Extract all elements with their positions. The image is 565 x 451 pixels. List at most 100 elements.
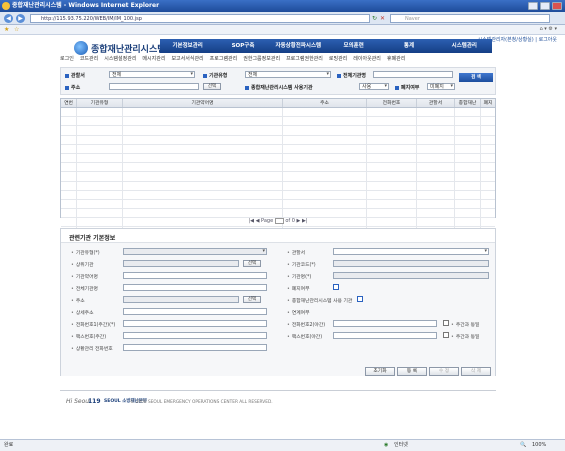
address-field[interactable] — [123, 296, 239, 303]
detail-address-field[interactable] — [123, 308, 267, 315]
subnav-item[interactable]: 로그인 — [60, 54, 74, 64]
nav-system[interactable]: 시스템관리 — [437, 39, 492, 53]
update-button[interactable]: 수 정 — [429, 367, 459, 376]
refresh-icon[interactable]: ↻ — [372, 15, 377, 22]
fax-night-field[interactable] — [333, 332, 437, 339]
minimize-button[interactable] — [528, 2, 538, 10]
col-header[interactable]: 기관약어명 — [123, 99, 283, 107]
org-code-field[interactable] — [333, 260, 489, 267]
parent-org-field[interactable] — [123, 260, 239, 267]
col-header[interactable]: 전화번호 — [367, 99, 417, 107]
close-button[interactable] — [552, 2, 562, 10]
favorites-star-icon[interactable]: ★ — [4, 26, 9, 33]
col-header[interactable]: 주소 — [283, 99, 367, 107]
table-row[interactable] — [61, 153, 495, 164]
col-header[interactable]: 폐지 — [481, 99, 495, 107]
subnav-item[interactable]: 시스템설정관리 — [104, 54, 136, 64]
phone-night-field[interactable] — [333, 320, 437, 327]
add-favorites-icon[interactable]: ☆ — [14, 26, 19, 33]
area-field[interactable] — [333, 248, 489, 255]
table-cell — [417, 181, 455, 190]
table-row[interactable] — [61, 172, 495, 182]
table-cell — [283, 126, 367, 135]
col-header[interactable]: 기관유형 — [77, 99, 123, 107]
table-cell — [123, 172, 283, 181]
parent-org-select-button[interactable]: 선택 — [243, 260, 261, 267]
area-select[interactable]: 전체 — [109, 71, 195, 78]
org-name-field[interactable] — [333, 272, 489, 279]
results-table: 연번 기관유형 기관약어명 주소 전화번호 관할서 종합재난 폐지 — [60, 98, 496, 274]
table-row[interactable] — [61, 199, 495, 210]
field-label: 팩스번호(주간) — [71, 333, 106, 340]
org-name-input[interactable] — [373, 71, 453, 78]
page-number-input[interactable] — [274, 217, 284, 224]
subnav-item[interactable]: 프로그램권한관리 — [286, 54, 323, 64]
situation-phone-field[interactable] — [123, 344, 267, 351]
nav-basic-info[interactable]: 기본정보관리 — [160, 39, 215, 53]
table-row[interactable] — [61, 135, 495, 145]
closed-select[interactable]: 미폐지 — [427, 83, 455, 90]
table-cell — [123, 117, 283, 126]
table-row[interactable] — [61, 163, 495, 173]
table-cell — [417, 117, 455, 126]
subnav-item[interactable]: 휴폐관리 — [387, 54, 405, 64]
zoom-icon[interactable]: 🔍 — [520, 440, 526, 451]
nav-sop[interactable]: SOP구축 — [215, 39, 270, 53]
search-input[interactable]: Naver — [390, 14, 550, 23]
table-row[interactable] — [61, 144, 495, 154]
col-header[interactable]: 종합재난 — [455, 99, 481, 107]
usage-label: 종합재난관리시스템 사용기관 — [245, 84, 313, 91]
register-button[interactable]: 등 록 — [397, 367, 427, 376]
same-as-day-checkbox-2[interactable] — [443, 332, 449, 338]
subnav-item[interactable]: 로밍관리 — [329, 54, 347, 64]
usage-select[interactable]: 사용 — [359, 83, 389, 90]
field-label: 기관명(*) — [287, 273, 311, 280]
fax-day-field[interactable] — [123, 332, 267, 339]
col-header[interactable]: 관할서 — [417, 99, 455, 107]
table-row[interactable] — [61, 108, 495, 118]
subnav-item[interactable]: 코드관리 — [80, 54, 98, 64]
phone-day-field[interactable] — [123, 320, 267, 327]
forward-icon[interactable]: ▶ — [16, 14, 25, 23]
subnav-item[interactable]: 메시지관리 — [142, 54, 165, 64]
table-row[interactable] — [61, 117, 495, 127]
detail-panel: 관련기관 기본정보 기관유형(*) 상위기관 선택 기관약어명 전체기관명 주소… — [60, 228, 496, 376]
maximize-button[interactable] — [540, 2, 550, 10]
address-input[interactable] — [109, 83, 199, 90]
stop-icon[interactable]: ✕ — [380, 15, 385, 22]
nav-auto-alert[interactable]: 자동상황전파시스템 — [271, 39, 326, 53]
nav-stats[interactable]: 통계 — [381, 39, 436, 53]
org-abbr-field[interactable] — [123, 272, 267, 279]
table-cell — [481, 145, 495, 153]
logout-link[interactable]: 로그아웃 — [539, 37, 557, 43]
table-row[interactable] — [61, 181, 495, 191]
last-page-icon[interactable]: ▶ ▶| — [297, 218, 308, 224]
address-select-button[interactable]: 선택 — [203, 83, 221, 90]
zoom-level[interactable]: 100% — [532, 440, 546, 451]
subnav-item[interactable]: 권한그룹정보관리 — [243, 54, 280, 64]
table-cell — [417, 163, 455, 172]
url-input[interactable]: http://115.93.75.220/WEB/IM/IM_100.jsp — [30, 14, 370, 23]
subnav-item[interactable]: 보고서서식관리 — [171, 54, 203, 64]
address-field-select-button[interactable]: 선택 — [243, 296, 261, 303]
closed-checkbox[interactable] — [333, 284, 339, 290]
table-row[interactable] — [61, 190, 495, 200]
subnav-item[interactable]: 레이아웃관리 — [353, 54, 381, 64]
first-page-icon[interactable]: |◀ ◀ — [248, 218, 259, 224]
delete-button[interactable]: 삭 제 — [461, 367, 491, 376]
subnav-item[interactable]: 프로그램관리 — [210, 54, 238, 64]
back-icon[interactable]: ◀ — [4, 14, 13, 23]
reset-button[interactable]: 초기화 — [365, 367, 395, 376]
table-row[interactable] — [61, 126, 495, 136]
page-tools-icon[interactable]: ⌂ ▾ ⚙ ▾ — [540, 26, 557, 32]
same-as-day-checkbox-1[interactable] — [443, 320, 449, 326]
field-label: 기관코드(*) — [287, 261, 316, 268]
org-type-select[interactable]: 전체 — [245, 71, 331, 78]
org-type-field[interactable] — [123, 248, 267, 255]
col-header[interactable]: 연번 — [61, 99, 77, 107]
footer: Hi Seoul 119 SEOUL 소방재난본부 © 2008 SEOUL E… — [60, 390, 496, 414]
usage-checkbox[interactable] — [357, 296, 363, 302]
org-fullname-field[interactable] — [123, 284, 267, 291]
nav-drill[interactable]: 모의훈련 — [326, 39, 381, 53]
search-button[interactable]: 검 색 — [459, 73, 493, 82]
